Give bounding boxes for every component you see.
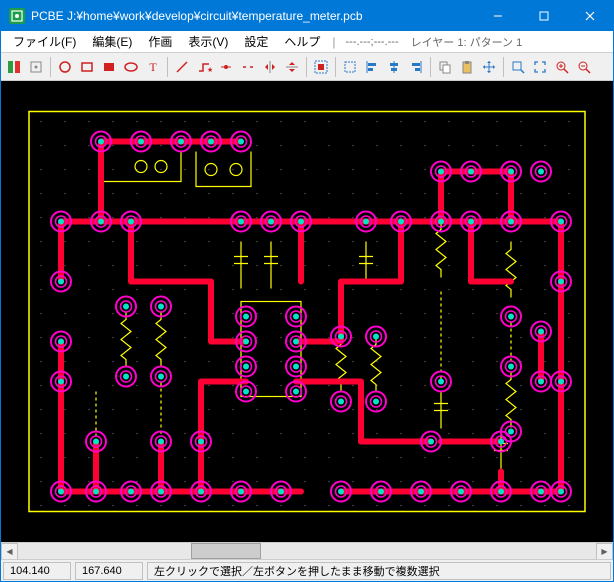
titlebar: PCBE J:¥home¥work¥develop¥circuit¥temper…: [1, 1, 613, 31]
oval-icon[interactable]: [120, 56, 142, 78]
maximize-button[interactable]: [521, 1, 567, 31]
toolbar-separator: [306, 57, 307, 77]
zoom-in-icon[interactable]: [551, 56, 573, 78]
menu-draw[interactable]: 作画: [140, 31, 180, 52]
snap-icon[interactable]: [25, 56, 47, 78]
app-window: PCBE J:¥home¥work¥develop¥circuit¥temper…: [0, 0, 614, 582]
toolbar-separator: [167, 57, 168, 77]
minimize-button[interactable]: [475, 1, 521, 31]
align-r-icon[interactable]: [405, 56, 427, 78]
move-icon[interactable]: [478, 56, 500, 78]
horizontal-scrollbar[interactable]: ◀ ▶: [1, 542, 613, 559]
status-y: 167.640: [75, 562, 143, 580]
group-icon[interactable]: [310, 56, 332, 78]
scroll-thumb[interactable]: [191, 543, 260, 559]
toolbar-separator: [50, 57, 51, 77]
svg-text:T: T: [149, 60, 157, 74]
toolbar: T ★: [1, 53, 613, 81]
rect-icon[interactable]: [76, 56, 98, 78]
scroll-right-button[interactable]: ▶: [596, 543, 613, 560]
copy-icon[interactable]: [434, 56, 456, 78]
window-title: PCBE J:¥home¥work¥develop¥circuit¥temper…: [31, 9, 475, 23]
layer-indicator: レイヤー 1: パターン 1: [405, 34, 529, 50]
zoom-window-icon[interactable]: [507, 56, 529, 78]
statusbar: 104.140 167.640 左クリックで選択／左ボタンを押したまま移動で複数…: [1, 559, 613, 581]
status-message: 左クリックで選択／左ボタンを押したまま移動で複数選択: [147, 562, 611, 580]
menu-show[interactable]: 表示(V): [180, 31, 236, 52]
flip-h-icon[interactable]: [259, 56, 281, 78]
toolbar-separator: [335, 57, 336, 77]
menu-settings[interactable]: 設定: [236, 31, 276, 52]
rect-fill-icon[interactable]: [98, 56, 120, 78]
align-l-icon[interactable]: [361, 56, 383, 78]
pcb-canvas[interactable]: [1, 81, 613, 542]
menu-edit[interactable]: 編集(E): [84, 31, 140, 52]
scroll-left-button[interactable]: ◀: [1, 543, 18, 560]
menubar: ファイル(F) 編集(E) 作画 表示(V) 設定 ヘルプ | ---.---;…: [1, 31, 613, 53]
toolbar-separator: [430, 57, 431, 77]
text-icon[interactable]: T: [142, 56, 164, 78]
menu-file[interactable]: ファイル(F): [5, 31, 84, 52]
window-buttons: [475, 1, 613, 31]
line-icon[interactable]: [171, 56, 193, 78]
select-icon[interactable]: [339, 56, 361, 78]
align-c-icon[interactable]: [383, 56, 405, 78]
pcb-drawing: [1, 81, 613, 542]
menu-separator: |: [328, 35, 339, 49]
toolbar-separator: [503, 57, 504, 77]
route-icon[interactable]: ★: [193, 56, 215, 78]
cursor-coords-hint: ---.---;---.---: [340, 36, 405, 48]
zoom-out-icon[interactable]: [573, 56, 595, 78]
status-x: 104.140: [3, 562, 71, 580]
app-icon: [9, 8, 25, 24]
trim-icon[interactable]: [237, 56, 259, 78]
circle-icon[interactable]: [54, 56, 76, 78]
node-icon[interactable]: [215, 56, 237, 78]
menu-help[interactable]: ヘルプ: [276, 31, 328, 52]
zoom-fit-icon[interactable]: [529, 56, 551, 78]
close-button[interactable]: [567, 1, 613, 31]
layers-icon[interactable]: [3, 56, 25, 78]
flip-v-icon[interactable]: [281, 56, 303, 78]
svg-text:★: ★: [207, 66, 212, 74]
paste-icon[interactable]: [456, 56, 478, 78]
scroll-track[interactable]: [18, 543, 596, 559]
